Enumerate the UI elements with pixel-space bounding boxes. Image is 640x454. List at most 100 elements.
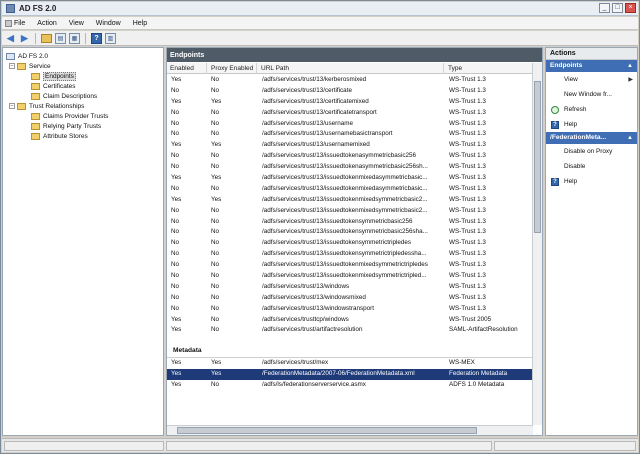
tree-node-root[interactable]: AD FS 2.0 bbox=[6, 51, 48, 61]
table-cell: WS-Trust 1.3 bbox=[449, 195, 486, 203]
tree-node-relying-party-trusts[interactable]: Relying Party Trusts bbox=[31, 121, 101, 131]
mmc-window: AD FS 2.0 _ □ × File Action View Window … bbox=[0, 0, 640, 454]
table-row[interactable]: No No/adfs/services/trust/13/certificate W… bbox=[167, 86, 533, 97]
table-cell: Yes bbox=[171, 315, 182, 323]
help-icon: ? bbox=[551, 177, 559, 186]
folder-icon bbox=[17, 62, 26, 70]
actions-section-endpoints[interactable]: Endpoints ▲ bbox=[546, 60, 637, 72]
refresh-icon bbox=[551, 105, 559, 114]
collapse-caret-icon[interactable]: ▲ bbox=[627, 132, 633, 144]
close-button[interactable]: × bbox=[625, 3, 636, 13]
table-row[interactable]: No No/adfs/services/trust/13/issuedtokena… bbox=[167, 162, 533, 173]
table-row[interactable]: No No/adfs/services/trust/13/issuedtokens… bbox=[167, 217, 533, 228]
collapse-icon[interactable]: − bbox=[9, 63, 15, 69]
tree-node-claim-descriptions[interactable]: Claim Descriptions bbox=[31, 91, 97, 101]
table-cell: WS-Trust 1.3 bbox=[449, 206, 486, 214]
tree-node-service[interactable]: − Service bbox=[9, 61, 51, 71]
menu-file[interactable]: File bbox=[2, 19, 31, 27]
column-proxy-enabled[interactable]: Proxy Enabled bbox=[208, 63, 257, 74]
table-row[interactable]: No No/adfs/services/trust/13/issuedtokens… bbox=[167, 227, 533, 238]
table-row[interactable]: No No/adfs/services/trust/13/certificatet… bbox=[167, 108, 533, 119]
table-row[interactable]: No No/adfs/services/trust/13/issuedtokens… bbox=[167, 249, 533, 260]
tree-node-endpoints[interactable]: Endpoints bbox=[31, 71, 76, 81]
table-row[interactable]: Yes No/adfs/ls/federationserverservice.as… bbox=[167, 380, 533, 391]
table-cell: WS-Trust 1.3 bbox=[449, 261, 486, 269]
table-cell: No bbox=[171, 239, 180, 247]
table-cell: WS-Trust 1.3 bbox=[449, 163, 486, 171]
collapse-caret-icon[interactable]: ▲ bbox=[627, 60, 633, 72]
table-cell: No bbox=[171, 86, 180, 94]
table-row[interactable]: Yes Yes/adfs/services/trust/13/issuedtoke… bbox=[167, 173, 533, 184]
table-row[interactable]: Yes Yes/FederationMetadata/2007-06/Federa… bbox=[167, 369, 533, 381]
table-cell: /adfs/services/trust/13/windowsmixed bbox=[262, 293, 366, 301]
table-row[interactable]: Yes No/adfs/services/trusttcp/windows WS-T… bbox=[167, 315, 533, 326]
table-cell: No bbox=[211, 184, 220, 192]
maximize-button[interactable]: □ bbox=[612, 3, 623, 13]
menu-window[interactable]: Window bbox=[90, 20, 127, 27]
up-folder-icon[interactable] bbox=[41, 33, 52, 43]
table-cell: No bbox=[211, 76, 220, 83]
table-row[interactable]: Yes No/adfs/services/trust/artifactresolu… bbox=[167, 325, 533, 336]
action-item-help[interactable]: ? Help bbox=[546, 174, 637, 189]
tree-node-trust-relationships[interactable]: − Trust Relationships bbox=[9, 101, 84, 111]
collapse-icon[interactable]: − bbox=[9, 103, 15, 109]
table-row[interactable]: Yes No/adfs/services/trust/13/kerberosmix… bbox=[167, 75, 533, 86]
table-row[interactable]: Yes Yes/adfs/services/trust/13/certificat… bbox=[167, 97, 533, 108]
minimize-button[interactable]: _ bbox=[599, 3, 610, 13]
scroll-thumb[interactable] bbox=[177, 427, 477, 434]
table-row[interactable]: No No/adfs/services/trust/13/issuedtokenm… bbox=[167, 206, 533, 217]
table-cell: No bbox=[171, 272, 180, 280]
table-row[interactable]: No No/adfs/services/trust/13/issuedtokenm… bbox=[167, 184, 533, 195]
table-cell: /adfs/services/trusttcp/windows bbox=[262, 315, 349, 323]
menu-help[interactable]: Help bbox=[127, 20, 153, 27]
help-icon[interactable]: ? bbox=[91, 32, 102, 44]
table-cell: No bbox=[211, 293, 220, 301]
tree-node-claims-provider-trusts[interactable]: Claims Provider Trusts bbox=[31, 111, 108, 121]
table-row[interactable]: No No/adfs/services/trust/13/windows WS-Tr… bbox=[167, 282, 533, 293]
export-list-icon[interactable]: ▦ bbox=[69, 32, 80, 44]
action-item-refresh[interactable]: Refresh bbox=[546, 102, 637, 117]
table-cell: WS-Trust 2005 bbox=[449, 315, 492, 323]
column-url-path[interactable]: URL Path bbox=[258, 63, 444, 74]
action-item-view[interactable]: View ▶ bbox=[546, 72, 637, 87]
table-cell: No bbox=[171, 293, 180, 301]
column-type[interactable]: Type bbox=[445, 63, 533, 74]
action-pane-icon[interactable]: ▥ bbox=[105, 32, 116, 44]
tree-node-attribute-stores[interactable]: Attribute Stores bbox=[31, 131, 88, 141]
table-cell: /adfs/services/trust/13/username bbox=[262, 119, 353, 127]
table-row[interactable]: No No/adfs/services/trust/13/issuedtokenm… bbox=[167, 271, 533, 282]
horizontal-scrollbar[interactable] bbox=[167, 425, 533, 435]
table-row[interactable]: No No/adfs/services/trust/13/issuedtokens… bbox=[167, 238, 533, 249]
table-cell: /adfs/services/trust/13/windowstransport bbox=[262, 304, 374, 312]
action-item-disable-on-proxy[interactable]: Disable on Proxy bbox=[546, 144, 637, 159]
table-row[interactable]: No No/adfs/services/trust/13/issuedtokenm… bbox=[167, 260, 533, 271]
actions-section-metadata[interactable]: /FederationMeta... ▲ bbox=[546, 132, 637, 144]
table-row[interactable]: No No/adfs/services/trust/13/issuedtokena… bbox=[167, 151, 533, 162]
table-cell: No bbox=[211, 217, 220, 225]
table-cell: No bbox=[171, 217, 180, 225]
column-enabled[interactable]: Enabled bbox=[167, 63, 207, 74]
show-hide-tree-icon[interactable]: ▤ bbox=[55, 32, 66, 44]
action-item-new-window-fr[interactable]: New Window fr... bbox=[546, 87, 637, 102]
table-row[interactable]: No No/adfs/services/trust/13/username WS-T… bbox=[167, 119, 533, 130]
table-row[interactable]: Yes Yes/adfs/services/trust/13/usernamemi… bbox=[167, 140, 533, 151]
table-row[interactable]: No No/adfs/services/trust/13/windowsmixed… bbox=[167, 293, 533, 304]
table-row[interactable]: No No/adfs/services/trust/13/windowstrans… bbox=[167, 304, 533, 315]
table-row[interactable]: Yes Yes/adfs/services/trust/13/issuedtoke… bbox=[167, 195, 533, 206]
action-item-help[interactable]: ? Help bbox=[546, 117, 637, 132]
menu-view[interactable]: View bbox=[63, 20, 90, 27]
tree-node-certificates[interactable]: Certificates bbox=[31, 81, 76, 91]
forward-arrow-icon[interactable]: ▶ bbox=[19, 33, 30, 44]
toolbar: ◀ ▶ ▤ ▦ ? ▥ bbox=[2, 31, 638, 46]
back-arrow-icon[interactable]: ◀ bbox=[5, 33, 16, 44]
table-cell: Yes bbox=[171, 370, 182, 378]
table-row[interactable]: Yes Yes/adfs/services/trust/mex WS-MEX bbox=[167, 358, 533, 369]
action-label: View bbox=[564, 76, 578, 83]
folder-icon bbox=[31, 112, 40, 120]
table-row[interactable]: No No/adfs/services/trust/13/usernamebasi… bbox=[167, 129, 533, 140]
vertical-scrollbar[interactable] bbox=[532, 63, 542, 425]
action-item-disable[interactable]: Disable bbox=[546, 159, 637, 174]
adfs-root-icon bbox=[6, 52, 15, 60]
scroll-thumb[interactable] bbox=[534, 81, 541, 233]
menu-action[interactable]: Action bbox=[31, 20, 62, 27]
